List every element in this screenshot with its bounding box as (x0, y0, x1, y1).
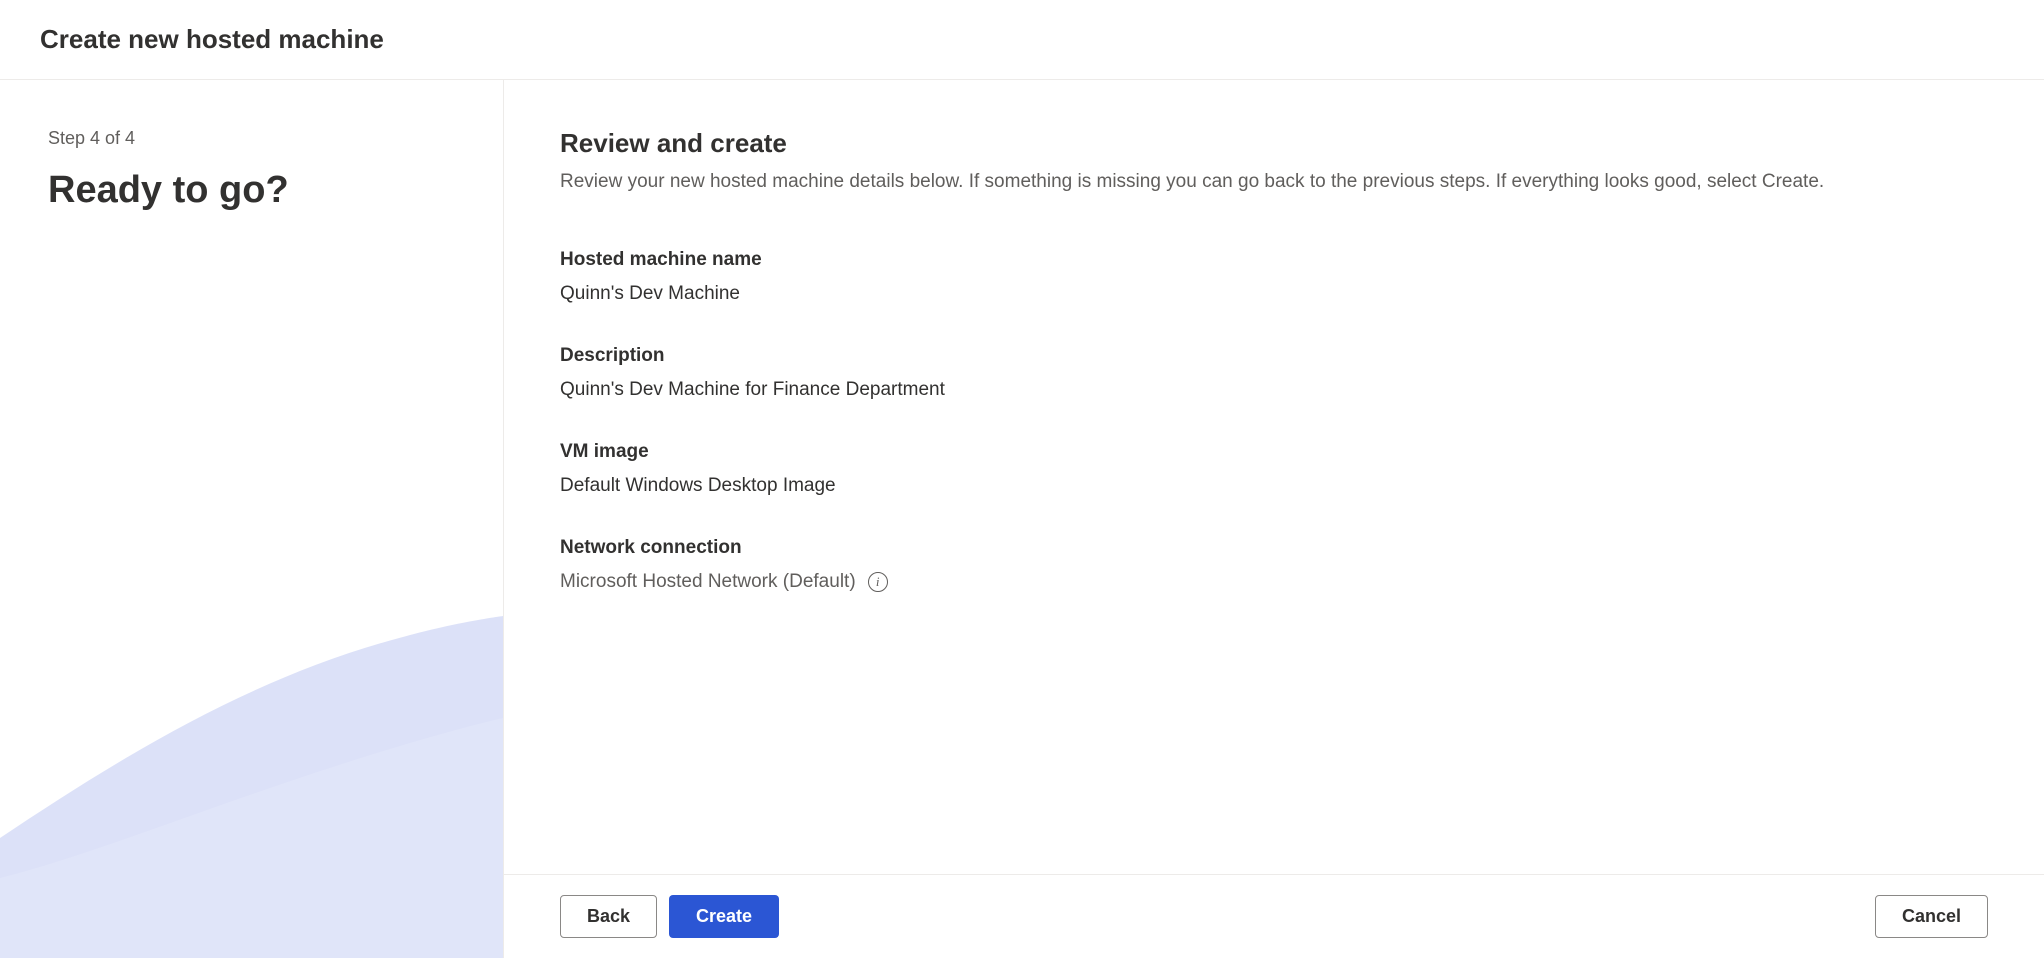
field-value: Quinn's Dev Machine for Finance Departme… (560, 379, 1988, 401)
field-label: Network connection (560, 537, 1988, 559)
main-subtitle: Review your new hosted machine details b… (560, 171, 1988, 193)
cancel-button[interactable]: Cancel (1875, 895, 1988, 938)
network-value-text: Microsoft Hosted Network (Default) (560, 571, 856, 593)
field-value: Microsoft Hosted Network (Default) i (560, 571, 1988, 593)
field-description: Description Quinn's Dev Machine for Fina… (560, 345, 1988, 401)
field-network-connection: Network connection Microsoft Hosted Netw… (560, 537, 1988, 593)
wizard-sidebar: Step 4 of 4 Ready to go? (0, 80, 504, 958)
back-button[interactable]: Back (560, 895, 657, 938)
create-button[interactable]: Create (669, 895, 779, 938)
info-icon[interactable]: i (868, 572, 888, 592)
field-hosted-machine-name: Hosted machine name Quinn's Dev Machine (560, 249, 1988, 305)
step-indicator: Step 4 of 4 (48, 128, 455, 149)
wizard-footer: Back Create Cancel (504, 874, 2044, 958)
main-title: Review and create (560, 128, 1988, 159)
field-value: Quinn's Dev Machine (560, 283, 1988, 305)
page-header: Create new hosted machine (0, 0, 2044, 80)
decorative-wave-icon (0, 558, 503, 958)
field-label: Hosted machine name (560, 249, 1988, 271)
sidebar-title: Ready to go? (48, 169, 455, 212)
field-value: Default Windows Desktop Image (560, 475, 1988, 497)
field-label: VM image (560, 441, 1988, 463)
body-container: Step 4 of 4 Ready to go? Review and crea… (0, 80, 2044, 958)
field-vm-image: VM image Default Windows Desktop Image (560, 441, 1988, 497)
main-panel: Review and create Review your new hosted… (504, 80, 2044, 958)
field-label: Description (560, 345, 1988, 367)
review-content: Review and create Review your new hosted… (504, 80, 2044, 874)
page-title: Create new hosted machine (40, 24, 2004, 55)
